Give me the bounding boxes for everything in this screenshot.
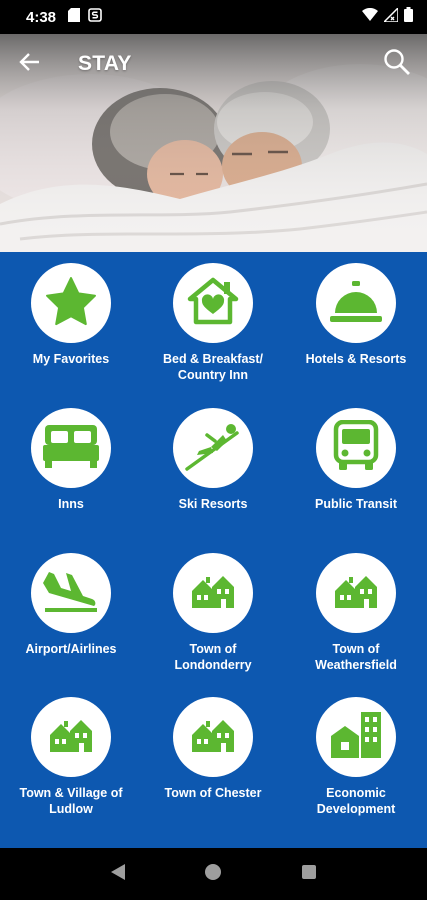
tile-icon-circle (173, 553, 253, 633)
tile-icon-circle (31, 553, 111, 633)
tile-town-londonderry[interactable]: Town of Londonderry (142, 542, 284, 686)
app-bar: STAY (0, 34, 427, 94)
tile-icon-circle (316, 408, 396, 488)
signal-icon (382, 5, 399, 27)
tile-label: Ski Resorts (178, 497, 248, 511)
nav-back-button[interactable] (98, 854, 138, 894)
tile-inns[interactable]: Inns (0, 397, 142, 541)
tile-town-chester[interactable]: Town of Chester (142, 686, 284, 830)
nav-recents-icon (301, 864, 317, 885)
town-houses-icon (49, 717, 93, 758)
sd-card-icon (68, 7, 81, 27)
tile-icon-circle (31, 263, 111, 343)
nav-home-button[interactable] (193, 854, 233, 894)
tile-icon-circle (31, 408, 111, 488)
house-heart-icon (186, 276, 240, 331)
nav-back-icon (110, 863, 126, 886)
tile-icon-circle (173, 697, 253, 777)
back-button[interactable] (0, 34, 60, 94)
tile-label: Airport/Airlines (25, 642, 117, 656)
tile-icon-circle (316, 553, 396, 633)
tile-label: Bed & Breakfast/ Country Inn (162, 352, 264, 382)
category-grid: My Favorites Bed & Breakfast/ Country In… (0, 252, 427, 848)
bus-icon (332, 419, 380, 477)
tile-ski-resorts[interactable]: Ski Resorts (142, 397, 284, 541)
tile-icon-circle (31, 697, 111, 777)
airplane-landing-icon (43, 568, 99, 619)
s-notification-icon (88, 7, 102, 27)
city-buildings-icon (329, 710, 383, 765)
tile-label: Inns (58, 497, 84, 511)
arrow-left-icon (19, 52, 41, 77)
system-nav-bar (0, 848, 427, 900)
tile-icon-circle (316, 697, 396, 777)
nav-recents-button[interactable] (289, 854, 329, 894)
tile-icon-circle (173, 263, 253, 343)
star-icon (45, 276, 97, 331)
tile-bed-breakfast[interactable]: Bed & Breakfast/ Country Inn (142, 252, 284, 396)
ski-jumper-icon (185, 421, 241, 476)
tile-public-transit[interactable]: Public Transit (285, 397, 427, 541)
tile-icon-circle (173, 408, 253, 488)
tile-town-weathersfield[interactable]: Town of Weathersfield (285, 542, 427, 686)
tile-label: Hotels & Resorts (305, 352, 407, 366)
tile-town-village-ludlow[interactable]: Town & Village of Ludlow (0, 686, 142, 830)
town-houses-icon (191, 717, 235, 758)
battery-icon (404, 7, 413, 27)
search-icon (383, 48, 411, 81)
bed-icon (42, 423, 100, 474)
nav-home-icon (204, 863, 222, 886)
tile-label: Town of Londonderry (174, 642, 252, 672)
search-button[interactable] (367, 34, 427, 94)
town-houses-icon (334, 573, 378, 614)
tile-hotels-resorts[interactable]: Hotels & Resorts (285, 252, 427, 396)
tile-label: Town of Chester (164, 786, 262, 800)
service-bell-icon (329, 279, 383, 328)
tile-icon-circle (316, 263, 396, 343)
tile-label: My Favorites (32, 352, 110, 366)
tile-label: Town & Village of Ludlow (19, 786, 123, 816)
status-bar: 4:38 (0, 0, 427, 34)
tile-label: Town of Weathersfield (315, 642, 397, 672)
status-time: 4:38 (26, 8, 57, 26)
tile-economic-development[interactable]: Economic Development (285, 686, 427, 830)
tile-label: Public Transit (315, 497, 397, 511)
town-houses-icon (191, 573, 235, 614)
tile-airport-airlines[interactable]: Airport/Airlines (0, 542, 142, 686)
wifi-icon (362, 7, 378, 27)
tile-label: Economic Development (316, 786, 396, 816)
tile-my-favorites[interactable]: My Favorites (0, 252, 142, 396)
page-title: STAY (78, 52, 132, 75)
